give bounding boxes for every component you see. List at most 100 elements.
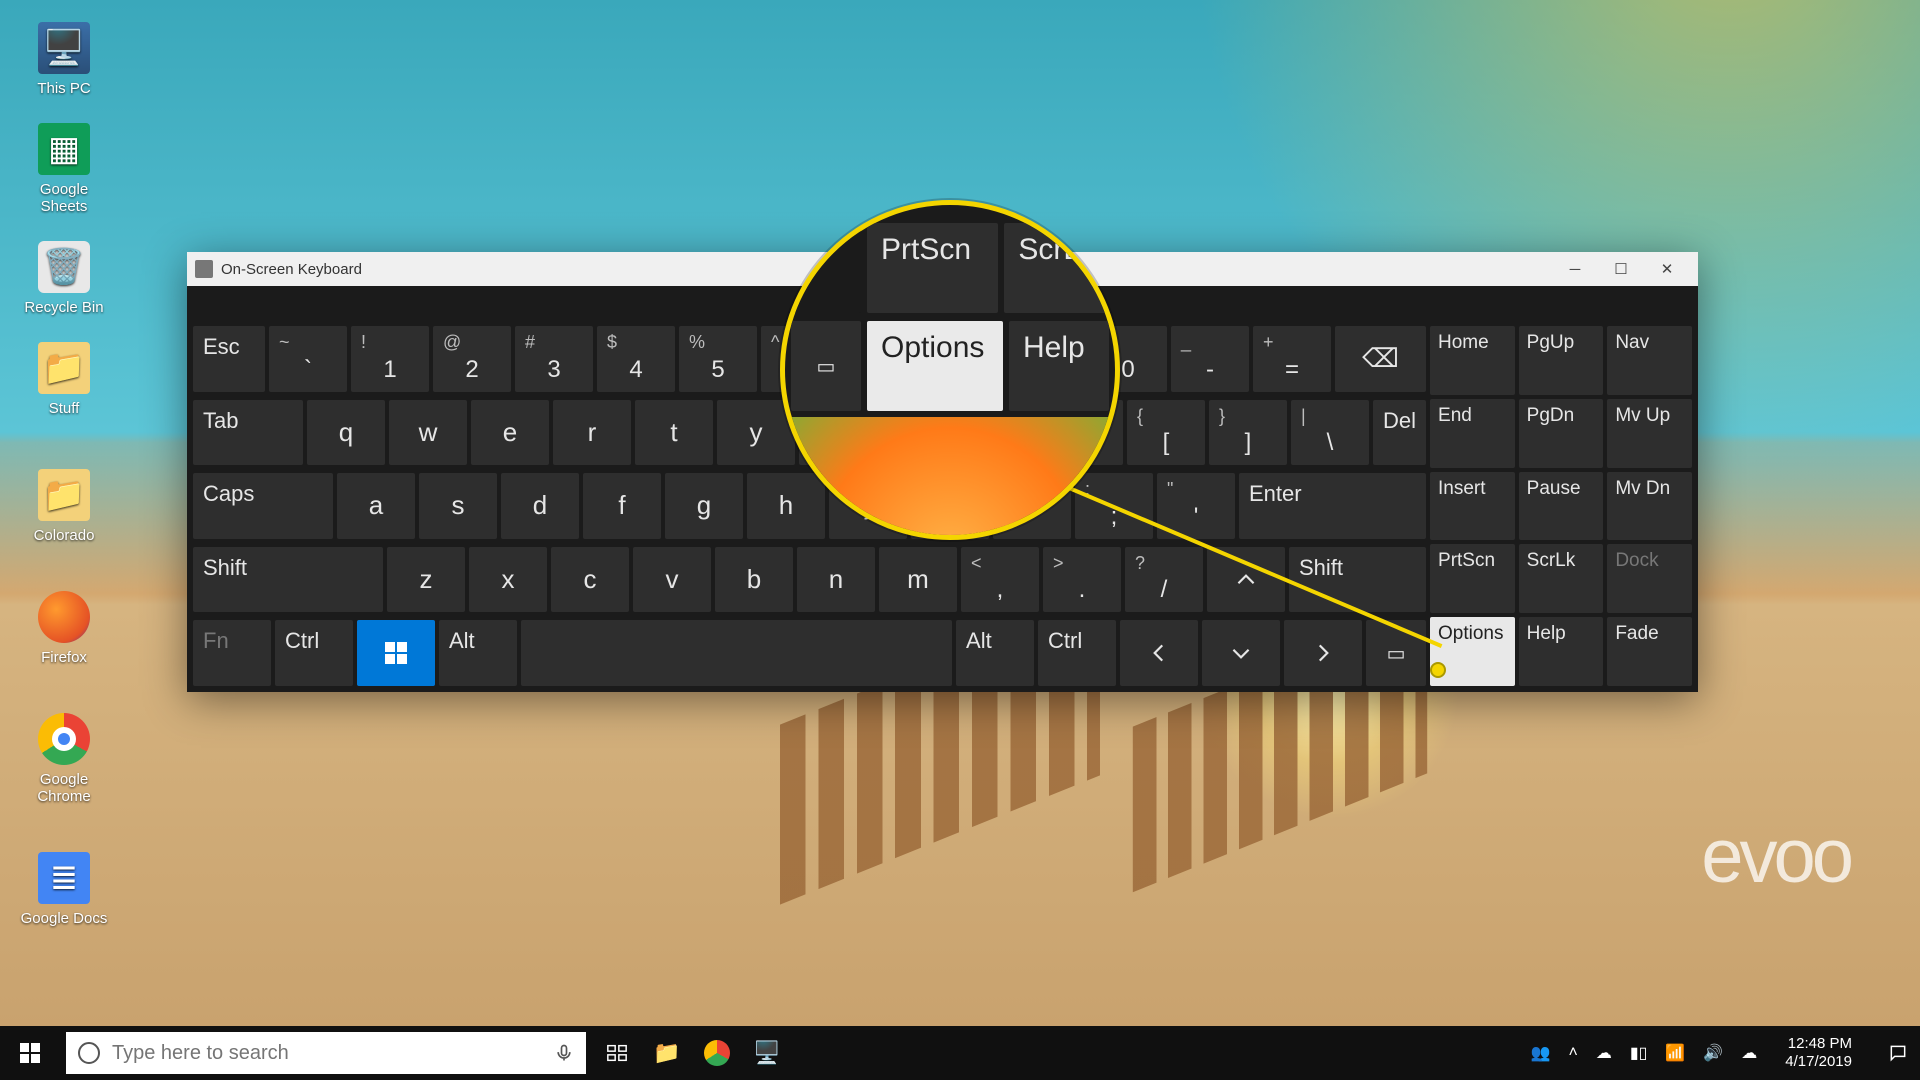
key-insert[interactable]: Insert bbox=[1430, 472, 1515, 541]
taskbar-app-chrome[interactable] bbox=[692, 1026, 742, 1080]
mic-icon[interactable] bbox=[554, 1043, 574, 1063]
tray-chevron-icon[interactable]: ˄ bbox=[1568, 1044, 1577, 1062]
key-pgup[interactable]: PgUp bbox=[1519, 326, 1604, 395]
taskbar-search[interactable] bbox=[66, 1032, 586, 1074]
maximize-button[interactable]: ☐ bbox=[1598, 252, 1644, 286]
key-windows[interactable] bbox=[357, 620, 435, 686]
onedrive-icon[interactable]: ☁ bbox=[1596, 1043, 1612, 1063]
desktop: 🖥️ This PC ▦ Google Sheets 🗑️ Recycle Bi… bbox=[10, 18, 210, 949]
key-v[interactable]: v bbox=[633, 547, 711, 613]
key-3[interactable]: #3 bbox=[515, 326, 593, 392]
key-n[interactable]: n bbox=[797, 547, 875, 613]
key-g[interactable]: g bbox=[665, 473, 743, 539]
desktop-icon-google-docs[interactable]: ≣ Google Docs bbox=[16, 852, 112, 927]
key-minus[interactable]: _- bbox=[1171, 326, 1249, 392]
key-scrlk[interactable]: ScrLk bbox=[1519, 544, 1604, 613]
key-1[interactable]: !1 bbox=[351, 326, 429, 392]
desktop-icon-recycle-bin[interactable]: 🗑️ Recycle Bin bbox=[16, 241, 112, 316]
desktop-icon-chrome[interactable]: Google Chrome bbox=[16, 713, 112, 805]
key-mvdn[interactable]: Mv Dn bbox=[1607, 472, 1692, 541]
key-space[interactable] bbox=[521, 620, 952, 686]
key-fade[interactable]: Fade bbox=[1607, 617, 1692, 686]
key-4[interactable]: $4 bbox=[597, 326, 675, 392]
key-backtick[interactable]: ~` bbox=[269, 326, 347, 392]
key-equals[interactable]: += bbox=[1253, 326, 1331, 392]
key-5[interactable]: %5 bbox=[679, 326, 757, 392]
key-dock[interactable]: Dock bbox=[1607, 544, 1692, 613]
key-bracket-left[interactable]: {[ bbox=[1127, 400, 1205, 466]
key-esc[interactable]: Esc bbox=[193, 326, 265, 392]
desktop-icon-this-pc[interactable]: 🖥️ This PC bbox=[16, 22, 112, 97]
key-backslash[interactable]: |\ bbox=[1291, 400, 1369, 466]
cloud-icon[interactable]: ☁ bbox=[1741, 1043, 1757, 1063]
task-view-button[interactable] bbox=[592, 1026, 642, 1080]
close-button[interactable]: ✕ bbox=[1644, 252, 1690, 286]
key-help[interactable]: Help bbox=[1519, 617, 1604, 686]
key-t[interactable]: t bbox=[635, 400, 713, 466]
key-bracket-right[interactable]: }] bbox=[1209, 400, 1287, 466]
key-w[interactable]: w bbox=[389, 400, 467, 466]
key-comma[interactable]: <, bbox=[961, 547, 1039, 613]
key-prtscn[interactable]: PrtScn bbox=[1430, 544, 1515, 613]
volume-icon[interactable]: 🔊 bbox=[1703, 1043, 1723, 1063]
key-pause[interactable]: Pause bbox=[1519, 472, 1604, 541]
key-shift-left[interactable]: Shift bbox=[193, 547, 383, 613]
key-b[interactable]: b bbox=[715, 547, 793, 613]
key-r[interactable]: r bbox=[553, 400, 631, 466]
key-shift-right[interactable]: Shift bbox=[1289, 547, 1426, 613]
notification-icon bbox=[1888, 1043, 1908, 1063]
key-2[interactable]: @2 bbox=[433, 326, 511, 392]
key-alt-left[interactable]: Alt bbox=[439, 620, 517, 686]
desktop-icon-stuff[interactable]: 📁 Stuff bbox=[16, 342, 112, 417]
key-e[interactable]: e bbox=[471, 400, 549, 466]
key-del[interactable]: Del bbox=[1373, 400, 1426, 466]
desktop-icon-colorado[interactable]: 📁 Colorado bbox=[16, 469, 112, 544]
key-arrow-right[interactable] bbox=[1284, 620, 1362, 686]
key-home[interactable]: Home bbox=[1430, 326, 1515, 395]
key-d[interactable]: d bbox=[501, 473, 579, 539]
chevron-down-icon bbox=[1228, 640, 1254, 666]
minimize-button[interactable]: ─ bbox=[1552, 252, 1598, 286]
key-s[interactable]: s bbox=[419, 473, 497, 539]
magnifier-callout: PrtScn ScrLk ▭ Options Help bbox=[780, 200, 1120, 540]
key-arrow-up[interactable] bbox=[1207, 547, 1285, 613]
wifi-icon[interactable]: 📶 bbox=[1665, 1043, 1685, 1063]
key-c[interactable]: c bbox=[551, 547, 629, 613]
key-alt-right[interactable]: Alt bbox=[956, 620, 1034, 686]
battery-icon[interactable]: ▮▯ bbox=[1630, 1043, 1648, 1063]
key-f[interactable]: f bbox=[583, 473, 661, 539]
taskbar-app-explorer[interactable]: 📁 bbox=[642, 1026, 692, 1080]
key-caps[interactable]: Caps bbox=[193, 473, 333, 539]
key-arrow-left[interactable] bbox=[1120, 620, 1198, 686]
key-z[interactable]: z bbox=[387, 547, 465, 613]
key-end[interactable]: End bbox=[1430, 399, 1515, 468]
key-period[interactable]: >. bbox=[1043, 547, 1121, 613]
key-q[interactable]: q bbox=[307, 400, 385, 466]
key-slash[interactable]: ?/ bbox=[1125, 547, 1203, 613]
key-nav[interactable]: Nav bbox=[1607, 326, 1692, 395]
key-ctrl-right[interactable]: Ctrl bbox=[1038, 620, 1116, 686]
key-fn[interactable]: Fn bbox=[193, 620, 271, 686]
key-menu[interactable]: ▭ bbox=[1366, 620, 1426, 686]
action-center-button[interactable] bbox=[1876, 1026, 1920, 1080]
key-x[interactable]: x bbox=[469, 547, 547, 613]
key-backspace[interactable]: ⌫ bbox=[1335, 326, 1426, 392]
desktop-icon-firefox[interactable]: Firefox bbox=[16, 591, 112, 666]
taskbar-clock[interactable]: 12:48 PM 4/17/2019 bbox=[1775, 1035, 1862, 1071]
key-a[interactable]: a bbox=[337, 473, 415, 539]
search-input[interactable] bbox=[112, 1042, 542, 1065]
menu-icon: ▭ bbox=[817, 354, 836, 379]
people-icon[interactable]: 👥 bbox=[1531, 1043, 1551, 1063]
key-y[interactable]: y bbox=[717, 400, 795, 466]
key-arrow-down[interactable] bbox=[1202, 620, 1280, 686]
taskbar-app-mail[interactable]: 🖥️ bbox=[742, 1026, 792, 1080]
key-m[interactable]: m bbox=[879, 547, 957, 613]
key-mvup[interactable]: Mv Up bbox=[1607, 399, 1692, 468]
start-button[interactable] bbox=[0, 1026, 60, 1080]
key-pgdn[interactable]: PgDn bbox=[1519, 399, 1604, 468]
key-ctrl-left[interactable]: Ctrl bbox=[275, 620, 353, 686]
icon-label: Google Sheets bbox=[16, 181, 112, 215]
key-enter[interactable]: Enter bbox=[1239, 473, 1426, 539]
key-tab[interactable]: Tab bbox=[193, 400, 303, 466]
desktop-icon-google-sheets[interactable]: ▦ Google Sheets bbox=[16, 123, 112, 215]
